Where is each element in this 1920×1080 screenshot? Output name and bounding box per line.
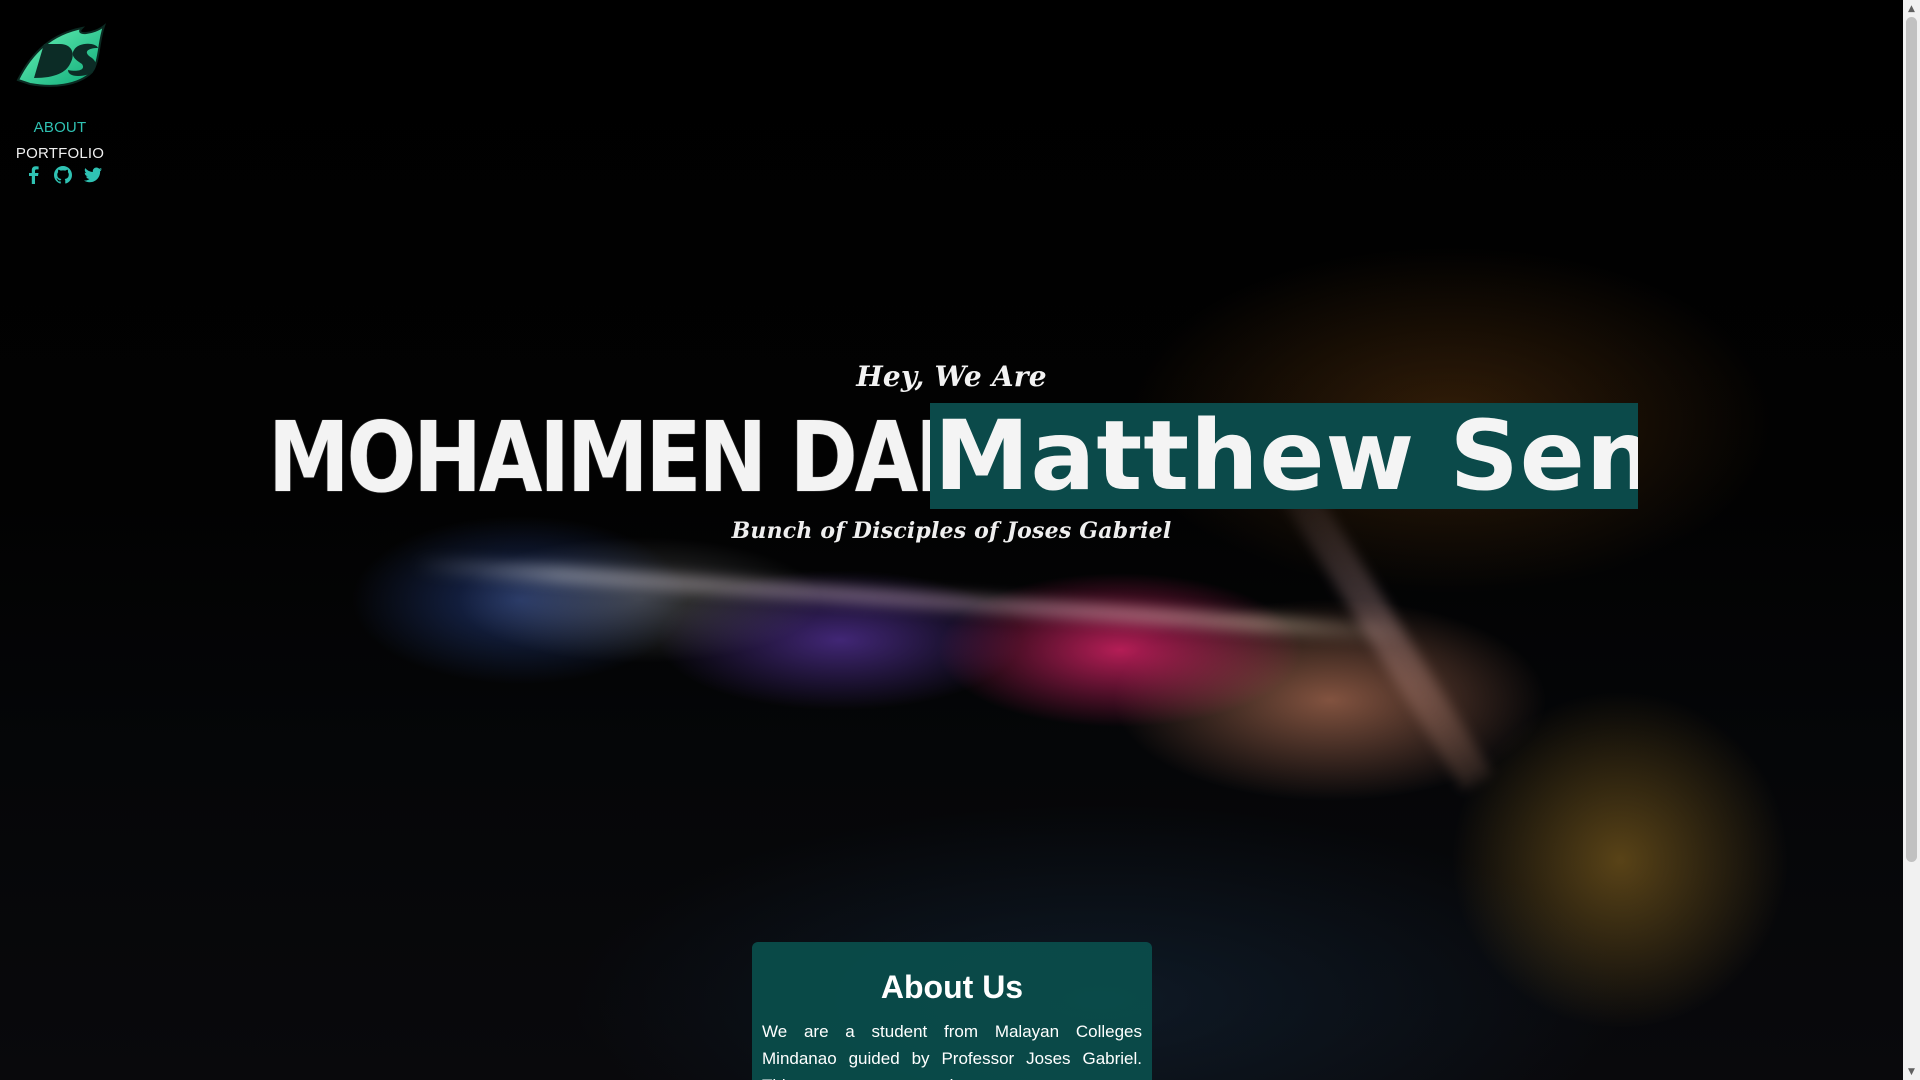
page: DS ABOUT PORTFOLIO — [0, 0, 1920, 1080]
github-icon[interactable] — [53, 165, 73, 185]
hero-greeting: Hey, We Are — [856, 360, 1047, 393]
hero-section: Hey, We Are MOHAIMEN DAMPAC Matthew Seno… — [0, 0, 1903, 1080]
hero-name-right-highlighted: Matthew Senon — [930, 403, 1638, 509]
sidebar: DS ABOUT PORTFOLIO — [0, 0, 120, 220]
social-links — [18, 164, 108, 186]
scroll-thumb[interactable] — [1906, 17, 1917, 862]
about-title: About Us — [880, 969, 1024, 1005]
nav-about[interactable]: ABOUT — [0, 115, 120, 141]
page-scrollbar[interactable]: ▲ ▼ — [1903, 0, 1920, 1080]
facebook-icon[interactable] — [23, 165, 43, 185]
twitter-icon[interactable] — [83, 165, 103, 185]
about-card: About Us We are a student from Malayan C… — [752, 942, 1152, 1080]
ds-logo[interactable]: DS — [12, 22, 110, 92]
hero-tagline: Bunch of Disciples of Joses Gabriel — [731, 518, 1172, 544]
hero-name-left: MOHAIMEN DAMPAC — [268, 402, 1164, 515]
scroll-up-arrow-icon[interactable]: ▲ — [1903, 0, 1920, 17]
scroll-down-arrow-icon[interactable]: ▼ — [1903, 1063, 1920, 1080]
about-text: We are a student from Malayan Colleges M… — [762, 1022, 1142, 1080]
main-nav: ABOUT PORTFOLIO — [0, 115, 120, 167]
ds-logo-mark — [16, 23, 107, 87]
